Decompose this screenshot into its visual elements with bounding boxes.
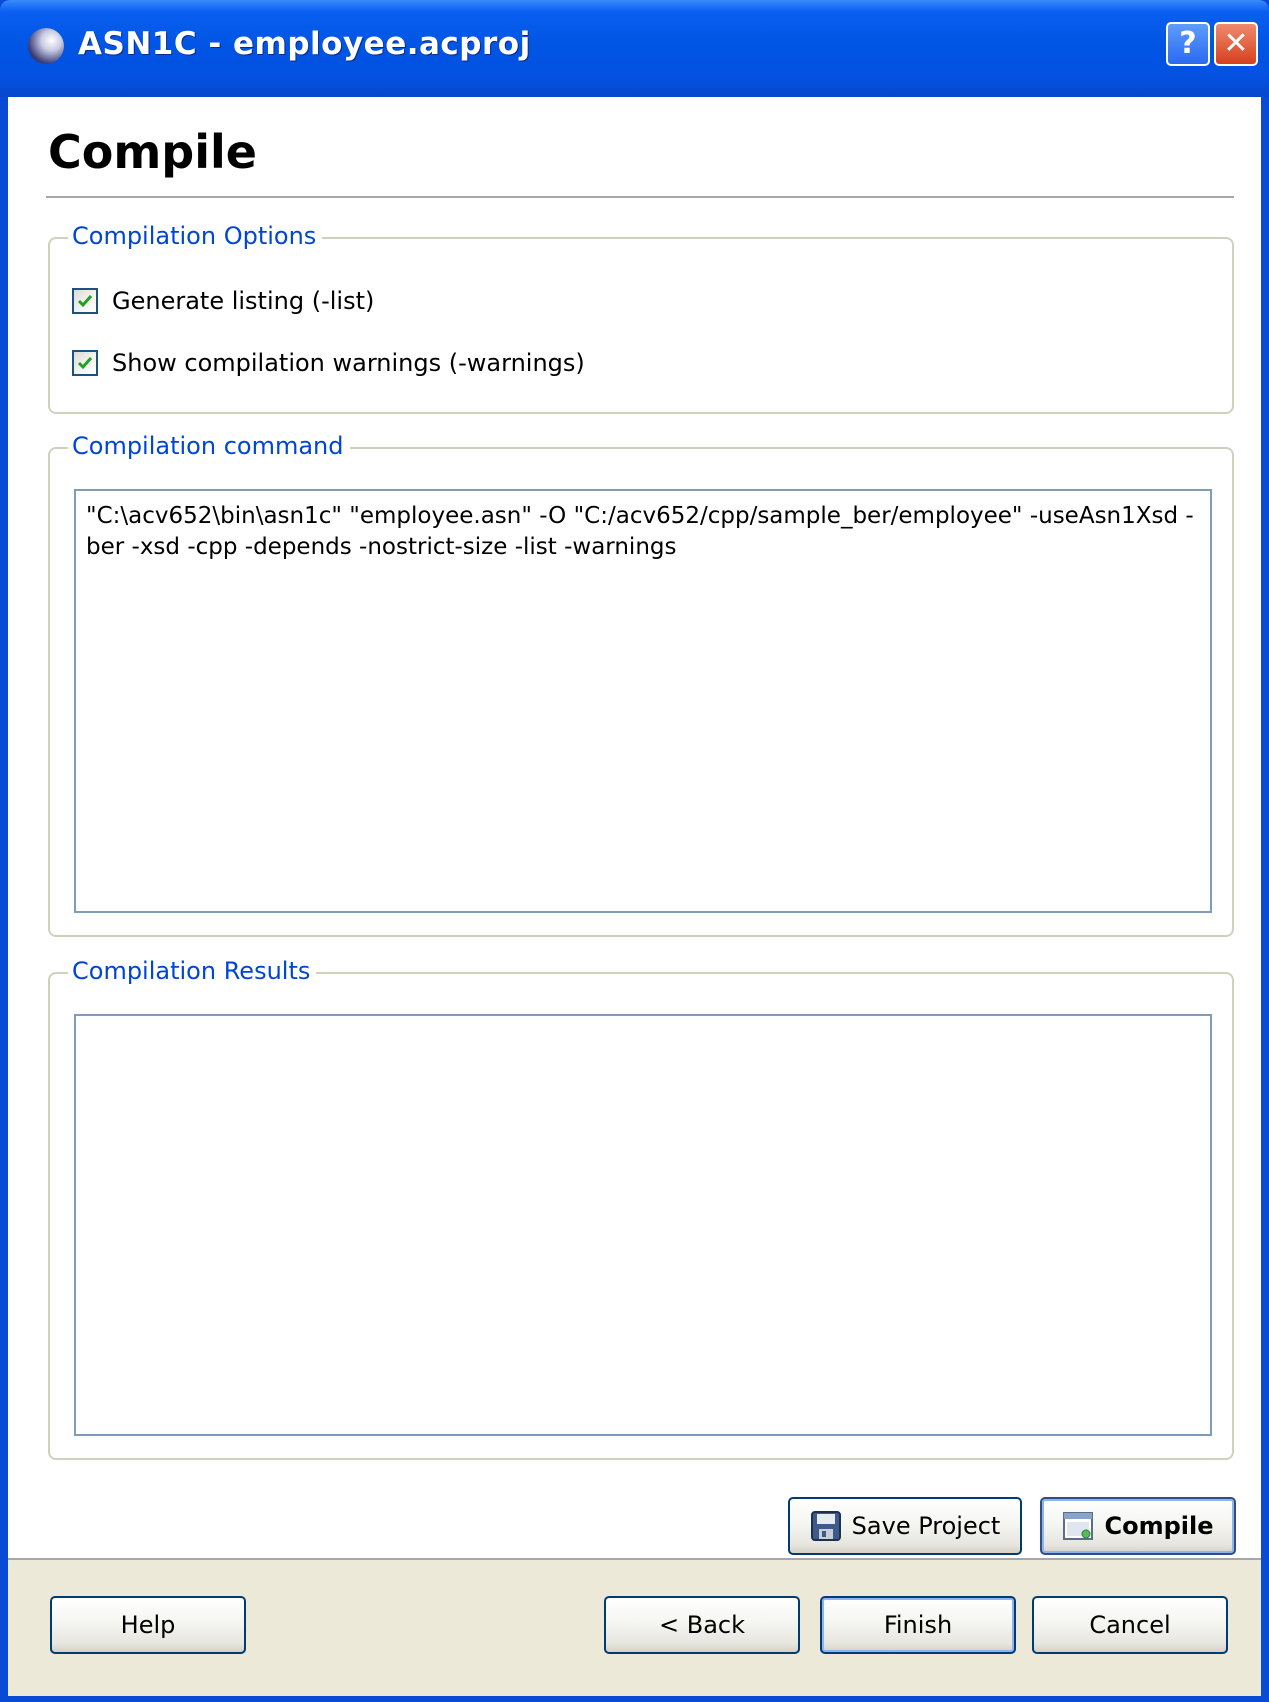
compilation-results-group: Compilation Results [48,956,1234,1460]
compilation-results-textarea[interactable] [74,1014,1212,1436]
compile-label: Compile [1104,1512,1214,1540]
compilation-command-legend: Compilation command [68,431,350,461]
show-warnings-label: Show compilation warnings (-warnings) [112,349,585,377]
dialog-client-area: Compile Compilation Options Generate lis… [8,97,1261,1696]
compilation-results-legend: Compilation Results [68,956,317,986]
close-title-button[interactable]: ✕ [1214,22,1258,66]
compilation-options-legend: Compilation Options [68,221,323,251]
checkmark-icon [77,295,93,308]
show-warnings-checkbox[interactable] [72,350,98,376]
generate-listing-checkbox[interactable] [72,288,98,314]
cancel-button[interactable]: Cancel [1032,1596,1228,1654]
globe-icon [28,28,64,64]
compilation-command-group: Compilation command "C:\acv652\bin\asn1c… [48,431,1234,937]
show-warnings-option[interactable]: Show compilation warnings (-warnings) [72,347,585,379]
finish-button[interactable]: Finish [820,1596,1016,1654]
wizard-footer: Help < Back Finish Cancel [8,1558,1261,1696]
title-separator [46,196,1234,198]
back-button[interactable]: < Back [604,1596,800,1654]
dialog-window: ASN1C - employee.acproj ? ✕ Compile Comp… [0,0,1269,1702]
title-bar[interactable]: ASN1C - employee.acproj ? ✕ [0,0,1269,97]
help-title-button[interactable]: ? [1166,22,1210,66]
window-title: ASN1C - employee.acproj [78,26,531,62]
help-button[interactable]: Help [50,1596,246,1654]
save-project-label: Save Project [851,1512,1001,1540]
compilation-options-group: Compilation Options Generate listing (-l… [48,221,1234,414]
save-project-button[interactable]: Save Project [788,1497,1022,1555]
checkmark-icon [77,357,93,370]
floppy-disk-icon [810,1510,842,1542]
compilation-command-textarea[interactable]: "C:\acv652\bin\asn1c" "employee.asn" -O … [74,489,1212,913]
generate-listing-option[interactable]: Generate listing (-list) [72,285,374,317]
compile-button[interactable]: Compile [1040,1497,1236,1555]
compile-window-icon [1062,1510,1094,1542]
page-title: Compile [48,125,257,179]
generate-listing-label: Generate listing (-list) [112,287,375,315]
